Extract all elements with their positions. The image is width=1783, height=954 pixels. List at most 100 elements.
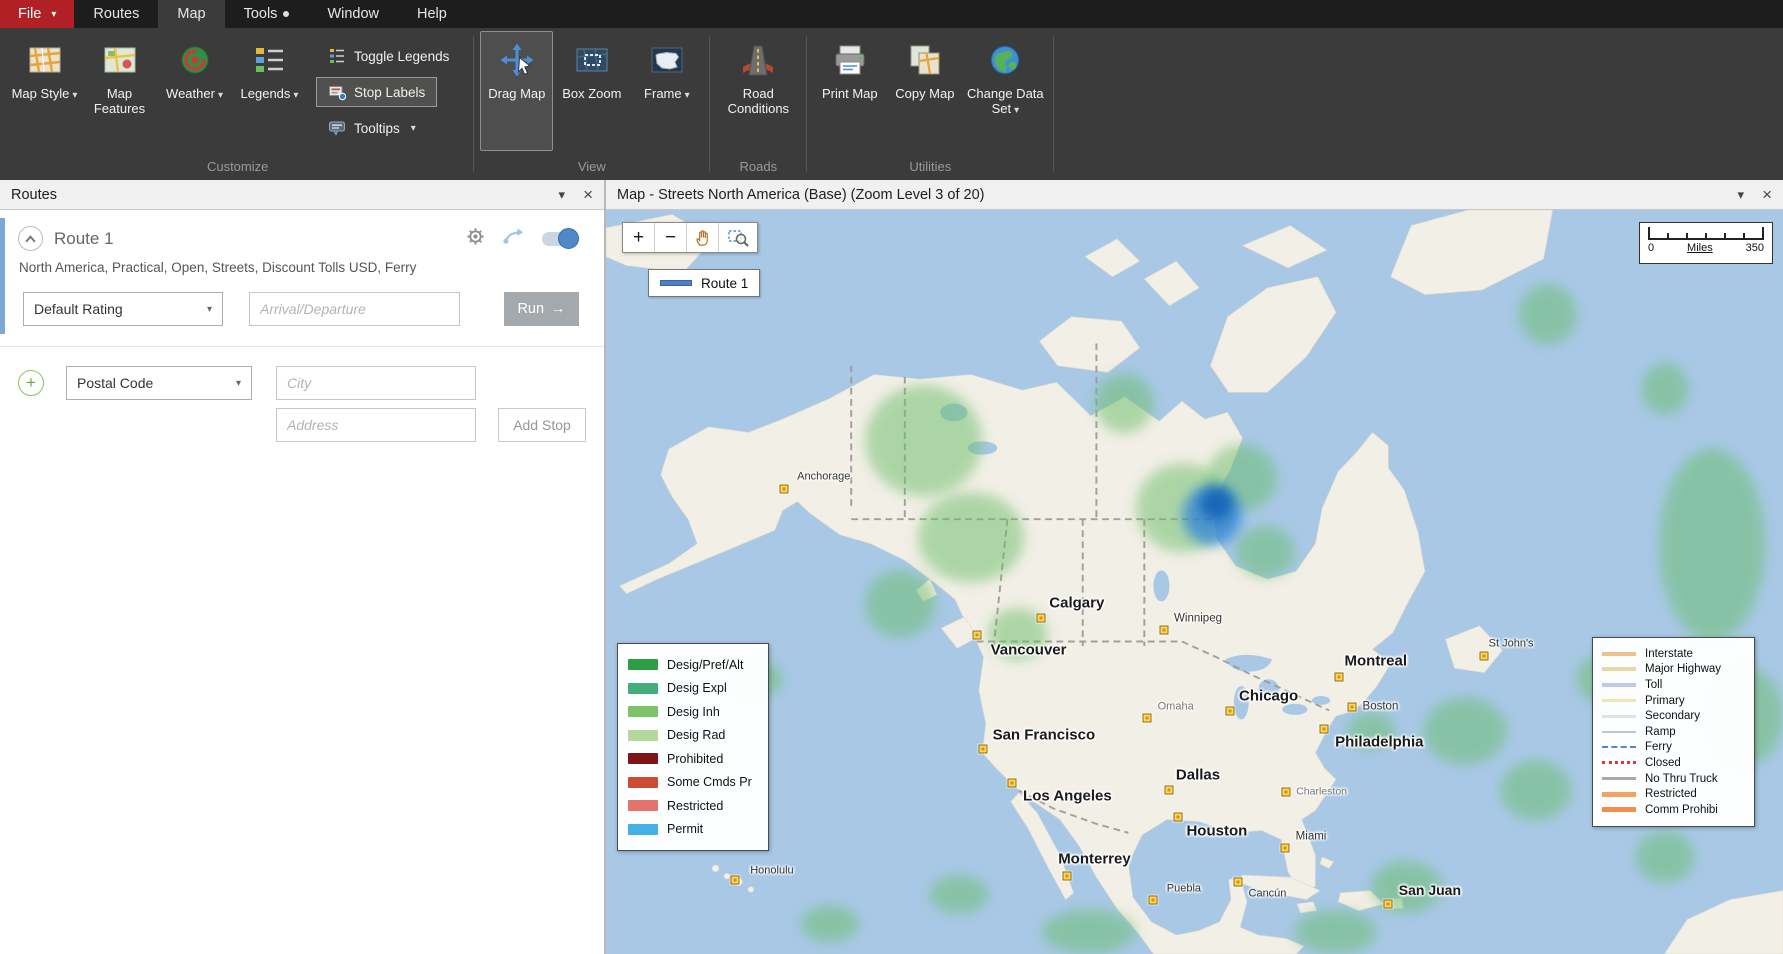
map-features-button[interactable]: Map Features [83, 31, 156, 151]
map-style-button[interactable]: Map Style▾ [8, 31, 81, 151]
zoom-out-button[interactable]: − [655, 223, 687, 252]
route-settings-gear-icon[interactable] [466, 227, 485, 251]
legend-label: Ramp [1645, 726, 1676, 738]
legends-icon [251, 41, 289, 79]
pan-hand-icon [693, 228, 712, 247]
legend-row: Comm Prohibi [1602, 802, 1754, 818]
ribbon-separator [1053, 36, 1054, 172]
map-canvas[interactable]: Anchorage Calgary Winnipeg Vancouver Mon… [606, 210, 1783, 954]
legend-label: Ferry [1645, 741, 1672, 753]
legend-label: Prohibited [667, 752, 723, 766]
zoom-in-button[interactable]: + [623, 223, 655, 252]
basemap-svg [606, 210, 1783, 954]
change-data-set-button[interactable]: Change Data Set▾ [963, 31, 1047, 151]
add-stop-plus-icon[interactable]: + [18, 370, 44, 396]
legend-row: Ferry [1602, 740, 1754, 756]
menu-tab-window[interactable]: Window [308, 0, 398, 28]
arrival-departure-input[interactable] [249, 292, 460, 326]
ribbon-separator [473, 36, 474, 172]
legend-label: Major Highway [1645, 663, 1721, 675]
legend-label: Primary [1645, 695, 1685, 707]
route-visibility-toggle[interactable] [542, 232, 576, 246]
collapse-route-button[interactable] [18, 226, 43, 251]
toggle-knob [558, 228, 579, 249]
zoom-select-button[interactable] [719, 223, 757, 252]
address-input[interactable] [276, 408, 476, 442]
legend-line-sample [1602, 746, 1636, 748]
legend-line-sample [1602, 652, 1636, 656]
map-panel-header: Map - Streets North America (Base) (Zoom… [606, 180, 1783, 210]
add-stop-button[interactable]: Add Stop [498, 408, 586, 442]
ribbon-group-view: Drag Map Box Zoom Frame▾ View [476, 28, 707, 180]
drag-map-button[interactable]: Drag Map [480, 31, 553, 151]
panel-caret-down-icon[interactable]: ▾ [1738, 188, 1745, 201]
legend-color-chip [628, 706, 658, 717]
caret-down-icon: ▾ [685, 90, 690, 101]
legend-label: Desig Inh [667, 705, 720, 719]
menu-tab-tools[interactable]: Tools [225, 0, 309, 28]
pcmiler-window: File ▾ Routes Map Tools Window Help Map … [0, 0, 1783, 954]
legend-color-chip [628, 824, 658, 835]
file-menu-button[interactable]: File ▾ [0, 0, 74, 28]
legend-line-sample [1602, 792, 1636, 797]
legends-button[interactable]: Legends▾ [233, 31, 306, 151]
road-type-legend: Interstate Major Highway Toll [1592, 637, 1755, 827]
tooltips-button[interactable]: Tooltips ▾ [316, 113, 428, 143]
copy-map-button[interactable]: Copy Map [888, 31, 961, 151]
ribbon-group-roads: Road Conditions Roads [712, 28, 804, 180]
panel-close-icon[interactable]: × [1762, 186, 1772, 203]
ribbon-group-label-customize: Customize [4, 156, 471, 180]
menu-tab-map[interactable]: Map [158, 0, 224, 28]
legend-line-sample [1602, 761, 1636, 764]
legend-label: Restricted [667, 799, 723, 813]
caret-down-icon: ▾ [236, 378, 241, 389]
map-panel: Map - Streets North America (Base) (Zoom… [606, 180, 1783, 954]
menu-tab-routes[interactable]: Routes [74, 0, 158, 28]
rating-select[interactable]: Default Rating ▾ [23, 292, 223, 326]
pan-hand-button[interactable] [687, 223, 719, 252]
scale-end: 350 [1746, 242, 1764, 254]
legend-row: Prohibited [628, 747, 758, 771]
legend-row: Desig/Pref/Alt [628, 653, 758, 677]
city-input[interactable] [276, 366, 476, 400]
caret-down-icon: ▾ [293, 90, 298, 101]
stop-type-select[interactable]: Postal Code ▾ [66, 366, 252, 400]
route-legend-chip[interactable]: Route 1 [648, 269, 760, 297]
stop-labels-icon [328, 83, 346, 101]
menu-tab-help[interactable]: Help [398, 0, 466, 28]
caret-down-icon: ▾ [51, 9, 56, 20]
panel-close-icon[interactable]: × [583, 186, 593, 203]
ribbon-group-customize: Map Style▾ Map Features Weather▾ [4, 28, 471, 180]
stop-labels-button[interactable]: Stop Labels [316, 77, 437, 107]
route-accent-bar [0, 218, 5, 334]
main-content: Routes ▾ × Route 1 [0, 180, 1783, 954]
weather-button[interactable]: Weather▾ [158, 31, 231, 151]
road-conditions-button[interactable]: Road Conditions [716, 31, 800, 151]
road-conditions-icon [739, 41, 777, 79]
print-map-button[interactable]: Print Map [813, 31, 886, 151]
legend-row: Closed [1602, 755, 1754, 771]
legend-label: Toll [1645, 679, 1662, 691]
legend-label: Permit [667, 822, 703, 836]
frame-icon [648, 41, 686, 79]
scale-start: 0 [1648, 242, 1654, 254]
legend-row: Permit [628, 818, 758, 842]
route-options-icon[interactable] [503, 227, 524, 251]
legend-line-sample [1602, 777, 1636, 780]
toggle-legends-button[interactable]: Toggle Legends [316, 41, 461, 71]
panel-caret-down-icon[interactable]: ▾ [559, 188, 566, 201]
legend-label: Closed [1645, 757, 1681, 769]
frame-button[interactable]: Frame▾ [630, 31, 703, 151]
legend-label: Desig Rad [667, 728, 725, 742]
routes-panel-body: Route 1 North America, Practical, Open, … [0, 210, 604, 954]
box-zoom-button[interactable]: Box Zoom [555, 31, 628, 151]
run-button[interactable]: Run → [504, 292, 579, 326]
legend-row: Desig Expl [628, 677, 758, 701]
scale-unit[interactable]: Miles [1687, 242, 1713, 254]
ribbon-separator [806, 36, 807, 172]
legend-row: Restricted [1602, 786, 1754, 802]
menu-bar: File ▾ Routes Map Tools Window Help [0, 0, 1783, 28]
legend-label: Interstate [1645, 648, 1693, 660]
legend-row: Major Highway [1602, 662, 1754, 678]
ribbon-group-label-roads: Roads [712, 156, 804, 180]
